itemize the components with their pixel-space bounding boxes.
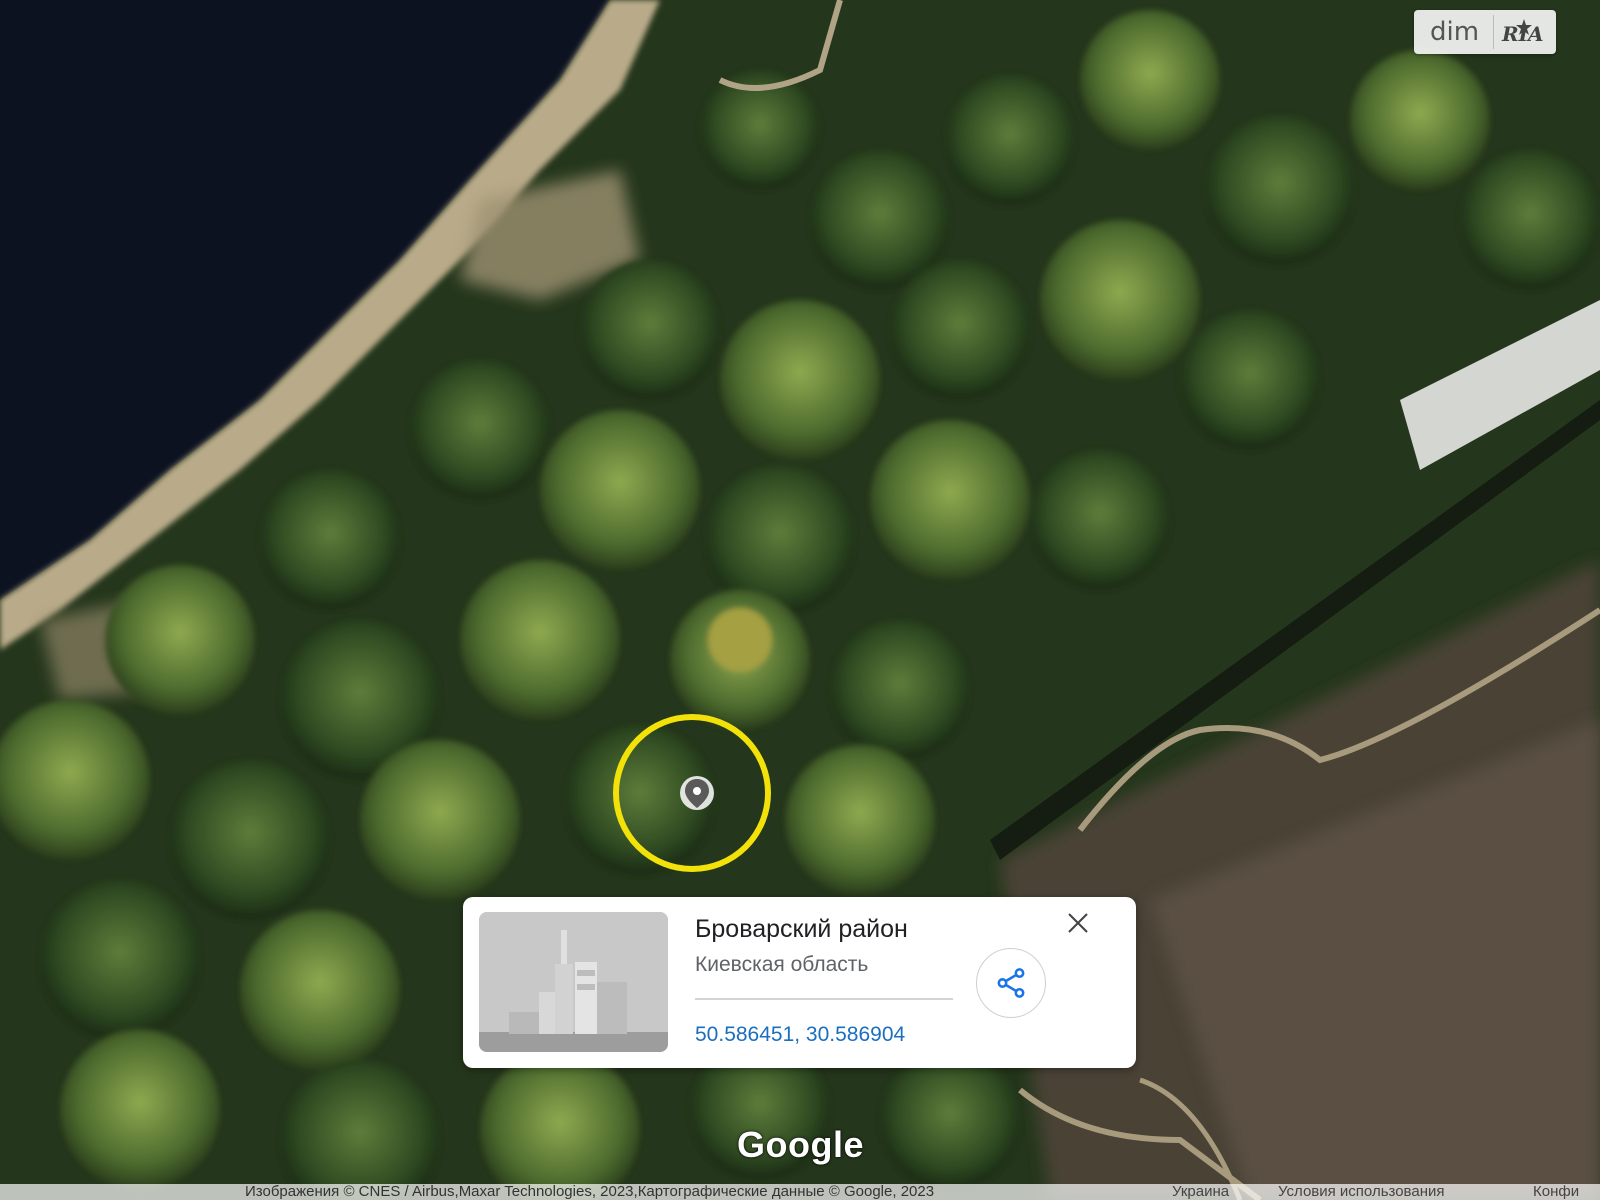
place-thumbnail[interactable] — [479, 912, 668, 1052]
place-title: Броварский район — [695, 915, 908, 943]
watermark: dim RIA — [1414, 10, 1556, 54]
map-pin-icon — [680, 776, 714, 810]
place-subtitle: Киевская область — [695, 953, 869, 976]
watermark-text: dim — [1414, 15, 1495, 49]
country-link[interactable]: Украина — [1172, 1184, 1229, 1200]
close-icon — [1068, 913, 1088, 933]
building-placeholder-icon — [479, 912, 668, 1052]
attribution-bar: Изображения © CNES / Airbus,Maxar Techno… — [0, 1184, 1600, 1200]
close-button[interactable] — [1060, 905, 1096, 941]
location-marker[interactable] — [612, 713, 772, 873]
google-logo: Google — [737, 1124, 864, 1165]
card-divider — [695, 998, 953, 1000]
share-icon — [997, 968, 1025, 998]
privacy-link[interactable]: Конфи — [1533, 1184, 1579, 1200]
place-coordinates[interactable]: 50.586451, 30.586904 — [695, 1023, 905, 1047]
share-button[interactable] — [976, 948, 1046, 1018]
imagery-attribution: Изображения © CNES / Airbus,Maxar Techno… — [245, 1184, 935, 1200]
ria-logo: RIA — [1494, 14, 1548, 50]
place-card[interactable]: Броварский район Киевская область 50.586… — [463, 897, 1136, 1068]
terms-link[interactable]: Условия использования — [1278, 1184, 1445, 1200]
